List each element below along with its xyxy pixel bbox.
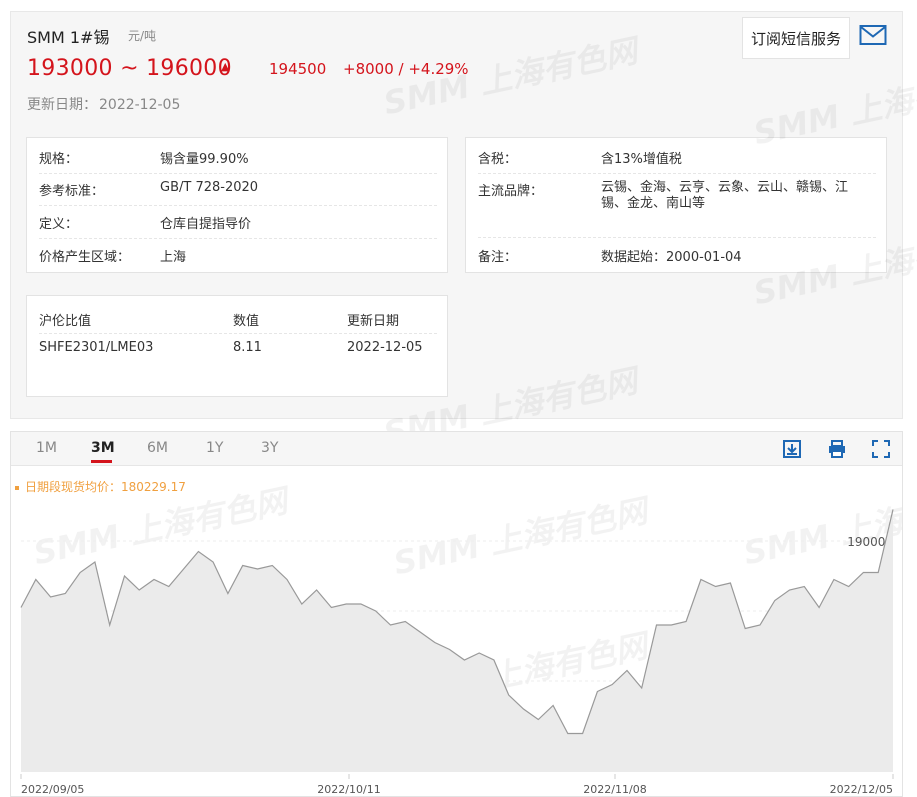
shfe-lme-ratio-table: 沪伦比值 数值 更新日期 SHFE2301/LME03 8.11 2022-12… <box>26 295 448 397</box>
ratio-value: 8.11 <box>233 340 262 355</box>
x-tick-label: 2022/10/11 <box>317 783 380 796</box>
ratio-name: SHFE2301/LME03 <box>39 340 154 355</box>
x-tick-label: 2022/12/05 <box>830 783 893 796</box>
spec-key: 主流品牌： <box>478 184 544 199</box>
update-date-label: 更新日期： <box>27 97 97 113</box>
ratio-header-name: 沪伦比值 <box>39 314 92 329</box>
spec-value: 仓库自提指导价 <box>160 217 252 232</box>
spec-value: 含13%增值税 <box>601 152 682 167</box>
spec-key: 备注： <box>478 250 518 265</box>
spec-row: 主流品牌： 云锡、金海、云亨、云象、云山、赣锡、江锡、金龙、南山等 <box>478 178 876 238</box>
spec-row: 参考标准： GB/T 728-2020 <box>39 178 437 206</box>
spec-row: 规格： 锡含量99.90% <box>39 146 437 174</box>
x-tick-label: 2022/09/05 <box>21 783 84 796</box>
update-date: 更新日期： 2022-12-05 <box>27 94 180 114</box>
price-range: 193000 ~ 196000 <box>27 56 232 81</box>
spec-value: 数据起始：2000-01-04 <box>601 250 742 265</box>
spec-row: 定义： 仓库自提指导价 <box>39 211 437 239</box>
spec-row: 含税： 含13%增值税 <box>478 146 876 174</box>
update-date-value: 2022-12-05 <box>99 97 181 113</box>
price-area-fill <box>21 509 893 772</box>
price-unit: 元/吨 <box>128 29 157 43</box>
price-info-panel: SMM 1#锡 元/吨 193000 ~ 196000 ▲ 194500 +80… <box>10 11 917 452</box>
spec-row: 备注： 数据起始：2000-01-04 <box>478 244 876 268</box>
spec-key: 参考标准： <box>39 184 105 199</box>
ratio-table-header: 沪伦比值 数值 更新日期 <box>39 310 437 334</box>
spec-table-left: 规格： 锡含量99.90% 参考标准： GB/T 728-2020 定义： 仓库… <box>26 137 448 273</box>
average-price: 194500 <box>269 60 327 78</box>
spec-key: 规格： <box>39 152 79 167</box>
x-tick-label: 2022/11/08 <box>583 783 646 796</box>
ratio-header-date: 更新日期 <box>347 314 400 329</box>
spec-key: 价格产生区域： <box>39 250 131 265</box>
price-chart-panel: 1M 3M 6M 1Y 3Y 日期段现货均价：180229.17 SMM 上海有… <box>10 431 903 797</box>
spec-key: 含税： <box>478 152 518 167</box>
price-area-chart: 1600001700001800001900002022/09/052022/1… <box>20 509 894 796</box>
ratio-header-value: 数值 <box>233 314 260 329</box>
spec-value: 锡含量99.90% <box>160 152 249 167</box>
spec-value: 云锡、金海、云亨、云象、云山、赣锡、江锡、金龙、南山等 <box>601 180 849 211</box>
price-up-icon: ▲ <box>221 60 230 73</box>
spec-value: GB/T 728-2020 <box>160 180 259 195</box>
ratio-date: 2022-12-05 <box>347 340 423 355</box>
product-title: SMM 1#锡 <box>27 28 110 47</box>
table-row: SHFE2301/LME03 8.11 2022-12-05 <box>39 340 437 362</box>
spec-row: 价格产生区域： 上海 <box>39 244 437 268</box>
spec-value: 上海 <box>160 250 187 265</box>
spec-table-right: 含税： 含13%增值税 主流品牌： 云锡、金海、云亨、云象、云山、赣锡、江锡、金… <box>465 137 887 273</box>
price-change: +8000 / +4.29% <box>343 60 469 78</box>
mail-icon[interactable] <box>859 24 887 46</box>
spec-key: 定义： <box>39 217 79 232</box>
subscribe-sms-button[interactable]: 订阅短信服务 <box>742 17 850 59</box>
